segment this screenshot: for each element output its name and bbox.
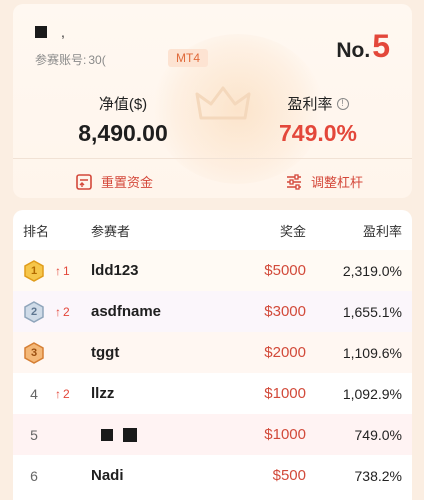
prize-amount: $1000 xyxy=(264,385,306,402)
table-row[interactable]: 3 tggt $2000 1,109.6% xyxy=(13,332,412,373)
ranking-list: 排名 参赛者 奖金 盈利率 1 ↑ 1 ldd123 $5000 2,319.0%… xyxy=(13,210,412,500)
reset-funds-button[interactable]: 重置资金 xyxy=(75,172,153,191)
profit-rate: 2,319.0% xyxy=(342,262,402,279)
bronze-medal-icon: 3 xyxy=(23,341,45,364)
redacted-block xyxy=(101,428,113,441)
header-rank: 排名 xyxy=(23,223,50,239)
table-row[interactable]: 2 ↑ 2 asdfname $3000 1,655.1% xyxy=(13,291,412,332)
current-rank: No. 5 xyxy=(336,28,390,65)
profit-stat: 盈利率 ! 749.0% xyxy=(253,93,383,147)
crown-watermark-icon xyxy=(195,86,251,120)
rank-change: ↑ 2 xyxy=(55,304,70,319)
profit-rate: 1,092.9% xyxy=(342,385,402,402)
prize-amount: $5000 xyxy=(264,262,306,279)
participant-name: asdfname xyxy=(91,303,162,320)
participant-name: tggt xyxy=(91,344,120,361)
profit-value: 749.0% xyxy=(278,120,357,146)
table-row[interactable]: 4 ↑ 2 llzz $1000 1,092.9% xyxy=(13,373,412,414)
header-participant: 参赛者 xyxy=(91,223,131,239)
profit-rate: 738.2% xyxy=(354,467,402,484)
adjust-leverage-button[interactable]: 调整杠杆 xyxy=(285,172,363,191)
arrow-up-icon: ↑ xyxy=(55,263,61,278)
name-punctuation: , xyxy=(61,24,65,40)
table-row-current-user[interactable]: 5 $1000 749.0% xyxy=(13,414,412,455)
equity-label: 净值($) xyxy=(98,96,148,113)
row-rank: 5 xyxy=(30,426,38,443)
platform-badge: MT4 xyxy=(168,49,208,67)
reset-icon xyxy=(76,173,92,190)
profit-rate: 749.0% xyxy=(354,426,402,443)
prize-amount: $500 xyxy=(272,467,306,484)
gold-medal-icon: 1 xyxy=(23,259,45,282)
rank-prefix: No. xyxy=(336,39,371,62)
profit-rate: 1,655.1% xyxy=(342,303,402,320)
sliders-icon xyxy=(287,173,301,190)
info-icon[interactable]: ! xyxy=(336,97,349,110)
equity-stat: 净值($) 8,490.00 xyxy=(53,93,193,147)
participant-name: llzz xyxy=(91,385,115,402)
participant-name-redacted xyxy=(101,414,137,455)
profit-rate: 1,109.6% xyxy=(342,344,402,361)
header-prize: 奖金 xyxy=(279,223,306,239)
account-card: , 参赛账号: 30( MT4 No. 5 净值($) 8,490.00 盈利率… xyxy=(13,4,412,198)
reset-funds-label: 重置资金 xyxy=(101,175,154,190)
redacted-block xyxy=(123,427,137,442)
row-rank: 3 xyxy=(30,346,38,359)
table-row[interactable]: 1 ↑ 1 ldd123 $5000 2,319.0% xyxy=(13,250,412,291)
rank-change: ↑ 1 xyxy=(55,263,70,278)
participant-name: Nadi xyxy=(91,467,124,484)
row-rank: 4 xyxy=(30,385,38,402)
equity-value: 8,490.00 xyxy=(78,120,168,146)
prize-amount: $3000 xyxy=(264,303,306,320)
table-row[interactable]: 6 Nadi $500 738.2% xyxy=(13,455,412,496)
prize-amount: $1000 xyxy=(264,426,306,443)
redacted-block xyxy=(35,26,47,38)
header-profit-rate: 盈利率 xyxy=(362,223,402,239)
arrow-up-icon: ↑ xyxy=(55,386,61,401)
account-label: 参赛账号: xyxy=(35,53,87,67)
silver-medal-icon: 2 xyxy=(23,300,45,323)
divider xyxy=(13,158,412,159)
row-rank: 6 xyxy=(30,467,38,484)
account-row: 参赛账号: 30( xyxy=(35,51,106,68)
arrow-up-icon: ↑ xyxy=(55,304,61,319)
profit-label: 盈利率 xyxy=(287,96,333,113)
adjust-leverage-label: 调整杠杆 xyxy=(311,175,364,190)
rank-change: ↑ 2 xyxy=(55,386,70,401)
rank-number: 5 xyxy=(372,28,390,64)
account-number: 30( xyxy=(88,52,106,67)
row-rank: 1 xyxy=(30,264,38,277)
prize-amount: $2000 xyxy=(264,344,306,361)
participant-name: ldd123 xyxy=(91,262,139,279)
user-name-redacted: , xyxy=(35,24,65,40)
table-header: 排名 参赛者 奖金 盈利率 xyxy=(13,210,412,250)
row-rank: 2 xyxy=(30,305,38,318)
